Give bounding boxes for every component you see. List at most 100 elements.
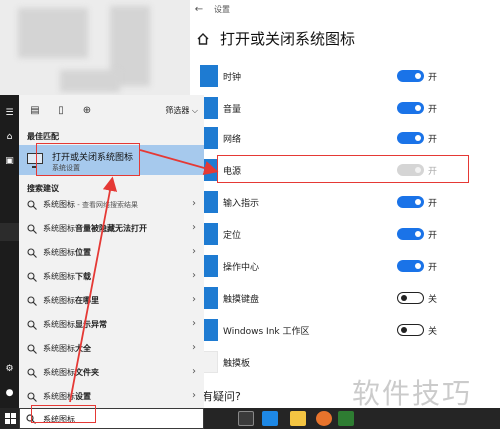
suggestion-item[interactable]: 系统图标音量被隐藏无法打开 ›	[19, 219, 204, 239]
setting-row: 触摸键盘 关	[190, 286, 500, 310]
suggestion-bold: 文件夹	[75, 368, 99, 377]
documents-filter-icon[interactable]: ▯	[51, 100, 71, 120]
suggestion-prefix: 系统图标	[43, 224, 75, 233]
suggestion-text: 系统图标音量被隐藏无法打开	[43, 223, 147, 234]
toggle-switch[interactable]	[397, 260, 424, 272]
documents-rail-icon[interactable]: ▣	[3, 155, 16, 168]
toggle-switch[interactable]	[397, 70, 424, 82]
best-match-subtitle: 系统设置	[52, 164, 80, 172]
chevron-right-icon: ›	[192, 390, 196, 401]
suggestion-prefix: 系统图标	[43, 392, 75, 401]
setting-label: 输入指示	[223, 198, 260, 209]
home-rail-icon[interactable]: ⌂	[3, 131, 16, 144]
suggestion-bold: 位置	[75, 248, 91, 257]
setting-row: 触摸板	[190, 350, 500, 374]
clock-icon	[200, 65, 218, 87]
setting-row: 音量 开	[190, 96, 500, 120]
setting-row: 时钟 开	[190, 64, 500, 88]
search-icon	[27, 200, 37, 210]
apps-filter-icon[interactable]: ▤	[25, 100, 45, 120]
setting-label: 网络	[223, 134, 242, 145]
questions-heading: 有疑问?	[202, 390, 241, 403]
suggestions-heading: 搜索建议	[27, 184, 59, 193]
search-icon	[27, 296, 37, 306]
toggle-state-label: 关	[428, 294, 438, 305]
settings-gear-icon[interactable]: ⚙	[3, 363, 16, 376]
toggle-switch[interactable]	[397, 102, 424, 114]
suggestion-item[interactable]: 系统图标下载 ›	[19, 267, 204, 287]
chevron-right-icon: ›	[192, 294, 196, 305]
suggestion-bold: 音量被隐藏无法打开	[75, 224, 147, 233]
setting-row: 输入指示 开	[190, 190, 500, 214]
setting-row: 网络 开	[190, 126, 500, 150]
watermark: 软件技巧	[352, 377, 473, 410]
toggle-state-label: 开	[428, 134, 438, 145]
page-header: 打开或关闭系统图标	[196, 28, 355, 49]
windows-start-icon[interactable]	[5, 413, 16, 424]
suggestion-item[interactable]: 系统图标 - 查看网络搜索结果 ›	[19, 195, 204, 215]
suggestion-item[interactable]: 系统图标在哪里 ›	[19, 291, 204, 311]
suggestion-item[interactable]: 系统图标显示异常 ›	[19, 315, 204, 335]
chevron-right-icon: ›	[192, 366, 196, 377]
search-input-text: 系统图标	[43, 415, 75, 424]
suggestion-text: 系统图标下载	[43, 271, 91, 282]
chevron-right-icon: ›	[192, 318, 196, 329]
suggestion-bold: 在哪里	[75, 296, 99, 305]
setting-row: Windows Ink 工作区 关	[190, 318, 500, 342]
toggle-state-label: 开	[428, 166, 438, 177]
suggestion-text: 系统图标设置	[43, 391, 91, 402]
settings-window: ← 设置 打开或关闭系统图标 时钟开音量开网络开电源开输入指示开定位开操作中心开…	[190, 0, 500, 408]
setting-label: 触摸板	[223, 358, 251, 369]
settings-app-name: 设置	[214, 4, 230, 14]
suggestion-bold: 设置	[75, 392, 91, 401]
suggestion-prefix: 系统图标	[43, 344, 75, 353]
suggestion-item[interactable]: 系统图标设置 ›	[19, 387, 204, 407]
toggle-switch[interactable]	[397, 324, 424, 336]
taskbar-search-box[interactable]: 系统图标	[19, 408, 204, 429]
app-icon[interactable]	[338, 411, 354, 426]
best-match-title: 打开或关闭系统图标	[52, 153, 134, 163]
best-match-heading: 最佳匹配	[27, 132, 59, 141]
suggestion-item[interactable]: 系统图标文件夹 ›	[19, 363, 204, 383]
chevron-right-icon: ›	[192, 270, 196, 281]
search-icon	[27, 248, 37, 258]
suggestion-item[interactable]: 系统图标大全 ›	[19, 339, 204, 359]
toggle-switch[interactable]	[397, 196, 424, 208]
user-icon[interactable]: ●	[3, 387, 16, 400]
suggestion-prefix: 系统图标	[43, 200, 75, 209]
toggle-state-label: 开	[428, 72, 438, 83]
hamburger-icon[interactable]: ☰	[3, 107, 16, 120]
firefox-icon[interactable]	[316, 411, 332, 426]
suggestion-bold: 大全	[75, 344, 91, 353]
file-explorer-icon[interactable]	[290, 411, 306, 426]
suggestion-prefix: 系统图标	[43, 368, 75, 377]
suggestion-prefix: 系统图标	[43, 320, 75, 329]
toggle-state-label: 开	[428, 104, 438, 115]
suggestion-item[interactable]: 系统图标位置 ›	[19, 243, 204, 263]
setting-label: 电源	[223, 166, 242, 177]
setting-label: 操作中心	[223, 262, 260, 273]
setting-row: 操作中心 开	[190, 254, 500, 278]
home-icon[interactable]	[196, 32, 210, 46]
suggestion-prefix: 系统图标	[43, 296, 75, 305]
toggle-state-label: 关	[428, 326, 438, 337]
chevron-right-icon: ›	[192, 342, 196, 353]
suggestion-prefix: 系统图标	[43, 248, 75, 257]
back-arrow-icon[interactable]: ←	[190, 4, 208, 15]
best-match-item[interactable]: 打开或关闭系统图标 系统设置	[19, 145, 204, 175]
toggle-switch[interactable]	[397, 132, 424, 144]
toggle-state-label: 开	[428, 198, 438, 209]
toggle-state-label: 开	[428, 262, 438, 273]
search-icon	[27, 344, 37, 354]
filter-dropdown[interactable]: 筛选器 ⌵	[165, 105, 198, 116]
setting-row: 定位 开	[190, 222, 500, 246]
suggestion-text: 系统图标位置	[43, 247, 91, 258]
setting-label: 音量	[223, 104, 242, 115]
edge-browser-icon[interactable]	[262, 411, 278, 426]
task-view-icon[interactable]	[238, 411, 254, 426]
web-filter-icon[interactable]: ⊕	[77, 100, 97, 120]
toggle-switch[interactable]	[397, 292, 424, 304]
page-title: 打开或关闭系统图标	[220, 30, 356, 48]
toggle-switch[interactable]	[397, 228, 424, 240]
start-menu-rail: ☰ ⌂ ▣ ⚙ ●	[0, 95, 19, 408]
